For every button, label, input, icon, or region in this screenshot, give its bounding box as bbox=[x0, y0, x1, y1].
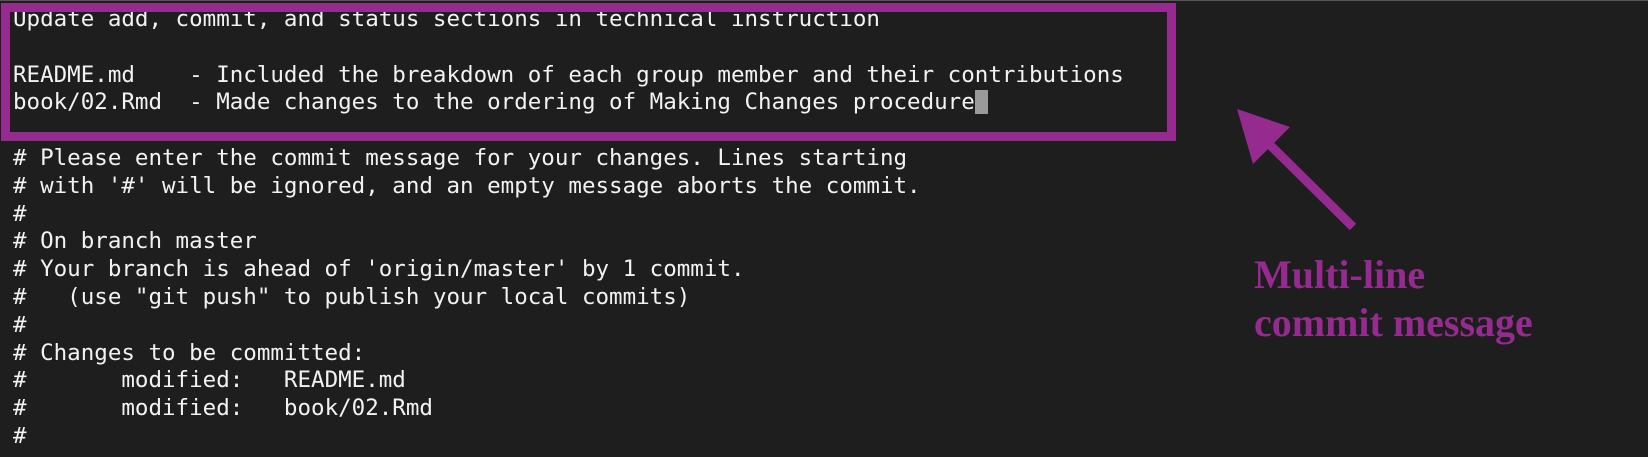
annotation-arrow-icon bbox=[1237, 109, 1357, 231]
annotation-label-line1: Multi-line bbox=[1254, 252, 1426, 297]
annotation-label-line2: commit message bbox=[1254, 300, 1533, 345]
annotation-label: Multi-line commit message bbox=[1254, 251, 1533, 347]
